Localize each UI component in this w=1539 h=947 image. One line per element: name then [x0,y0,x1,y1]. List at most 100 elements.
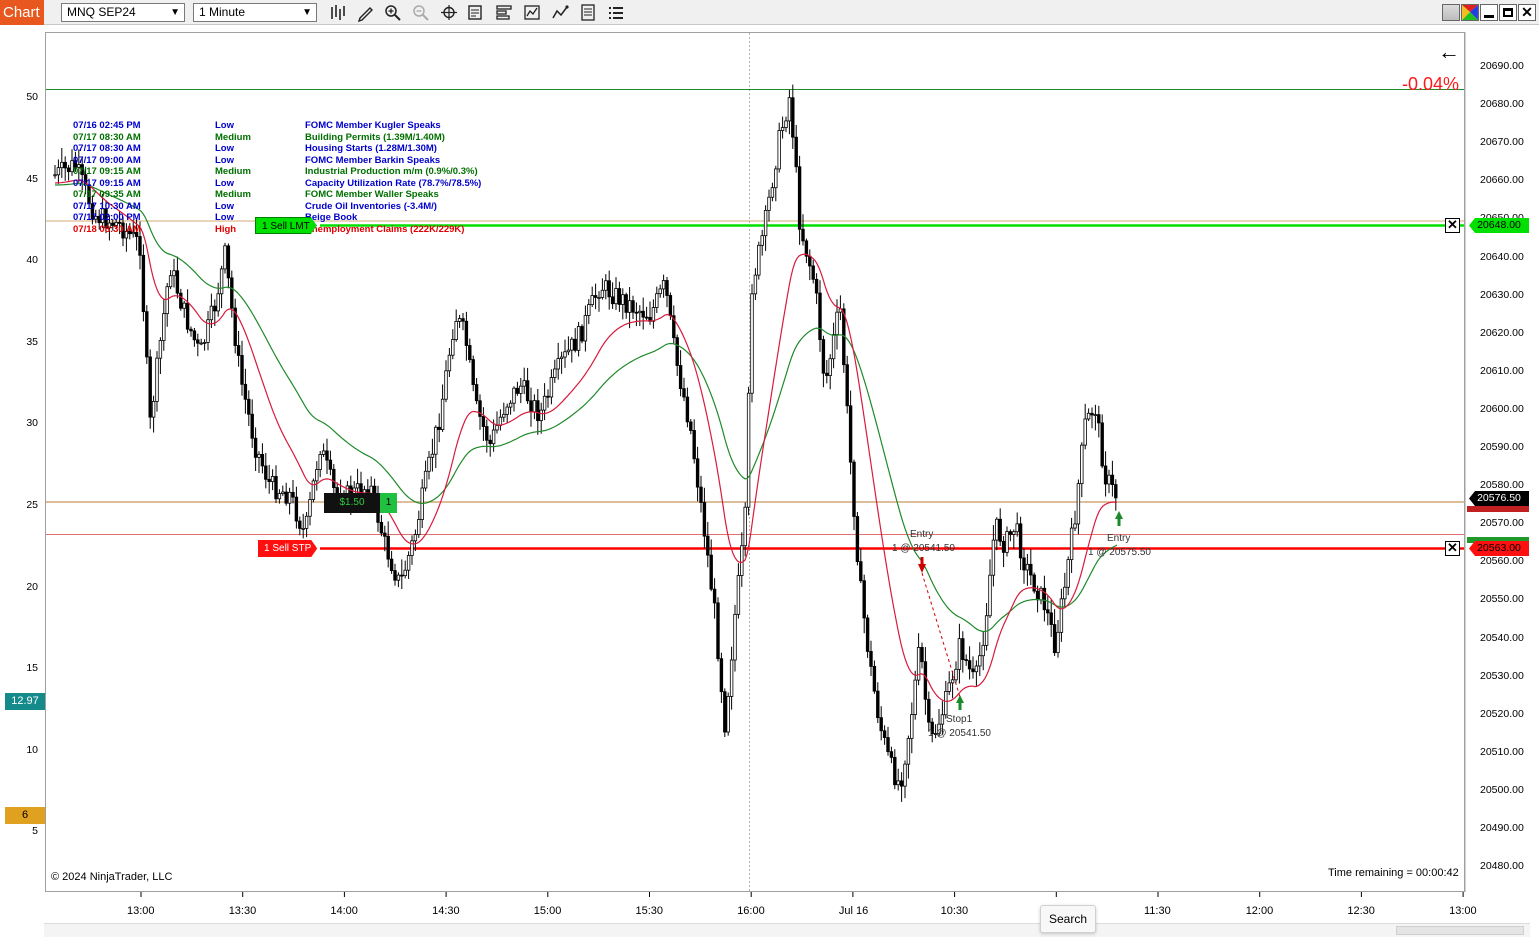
toolbar: Chart MNQ SEP24 ▼ 1 Minute ▼ ✕ [0,0,1539,25]
candle-body [978,655,982,667]
sell-entry-marker-stem [920,557,924,565]
candle-body [580,326,584,342]
crosshair-icon[interactable] [439,3,459,22]
left-axis-label: 30 [26,417,38,430]
buy-entry-marker [1115,511,1123,519]
candle-body [699,486,703,503]
event-impact: Low [215,143,234,154]
position-qty-badge[interactable]: 1 [380,493,397,513]
candle-body [961,638,965,660]
candle-body [434,426,438,455]
candle-body [743,506,747,547]
minimize-icon[interactable] [1480,4,1498,21]
price-axis-label: 20630.00 [1480,288,1524,301]
candle-body [692,430,696,460]
horizontal-scrollbar[interactable] [44,923,1530,937]
candle-body [202,341,207,344]
candle-body [1100,422,1104,467]
candle-body [1086,412,1091,420]
bars-type-icon[interactable] [328,3,348,22]
cancel-sell-limit-icon[interactable]: ✕ [1445,218,1460,233]
strategies-icon[interactable] [522,3,542,22]
candle-body [787,97,792,122]
candle-body [179,292,183,309]
candle-body [845,364,849,407]
candle-body [53,174,57,177]
templates-icon[interactable] [494,3,514,22]
candle-body [1035,590,1040,601]
price-axis-label: 20480.00 [1480,860,1524,873]
candle-body [835,311,839,335]
chart-tab[interactable]: Chart [0,0,44,25]
pencil-icon[interactable] [356,3,376,22]
time-axis-label: 16:00 [737,905,765,917]
candle-body [250,413,254,439]
event-name: Capacity Utilization Rate (78.7%/78.5%) [305,177,482,189]
indicators-icon[interactable] [550,3,570,22]
list-icon[interactable] [606,3,626,22]
candle-body [148,356,152,418]
candle-body [784,120,788,128]
candle-body [587,304,591,316]
search-tooltip[interactable]: Search [1040,905,1096,933]
candle-body [253,437,258,458]
candle-body [566,349,571,353]
scrollbar-thumb[interactable] [1396,926,1524,935]
change-percent: -0.04% [1402,74,1460,94]
candle-body [740,545,744,576]
instrument-selector[interactable]: MNQ SEP24 ▼ [61,3,185,22]
candle-body [1110,474,1115,485]
candle-body [1052,624,1057,654]
interval-selector[interactable]: 1 Minute ▼ [193,3,317,22]
close-icon[interactable]: ✕ [1518,4,1536,21]
event-impact: Medium [215,166,251,177]
candle-body [321,450,326,455]
maximize-icon[interactable] [1499,4,1517,21]
chart-window: Chart MNQ SEP24 ▼ 1 Minute ▼ ✕ ← -0.04% … [0,0,1539,947]
candle-body [1083,418,1087,446]
zoom-out-icon[interactable] [411,3,431,22]
candle-body [1107,474,1111,485]
price-axis-label: 20560.00 [1480,555,1524,568]
time-axis-label: 14:30 [432,905,460,917]
color-picker-icon[interactable] [1442,4,1460,21]
sell-limit-order-badge[interactable]: 1 Sell LMT [255,217,317,234]
candle-body [712,588,717,604]
position-pnl-badge[interactable]: $1.50 [324,493,380,513]
left-axis-label: 25 [26,499,38,511]
candle-body [383,532,387,537]
candle-body [274,476,278,500]
candle-body [862,580,866,619]
candle-body [216,293,220,312]
candle-body [1090,412,1094,416]
sell-stop-order-badge[interactable]: 1 Sell STP [258,540,317,557]
candle-body [678,365,683,390]
candle-body [536,400,540,422]
candle-body [461,318,465,322]
candle-body [332,468,336,488]
candle-body [702,502,707,537]
event-time: 07/18 08:30 AM [73,223,141,235]
candle-body [199,342,203,345]
candle-body [774,168,778,189]
candle-body [651,307,656,322]
event-impact: High [215,223,237,235]
event-time: 07/16 02:45 PM [73,120,141,131]
trade-label-stop: Stop1 [946,714,973,725]
event-impact: Low [215,200,234,212]
chart-panel[interactable]: ← -0.04% 07/16 02:45 PM Low FOMC Member Ku… [0,25,1539,947]
properties-icon[interactable] [466,3,486,22]
data-box-icon[interactable] [578,3,598,22]
candle-body [165,286,169,315]
candle-body [260,453,265,467]
candle-body [287,491,292,504]
candle-body [162,313,166,341]
candle-body [644,316,649,319]
zoom-in-icon[interactable] [383,3,403,22]
cancel-sell-stop-icon[interactable]: ✕ [1445,541,1460,556]
color-picker-icon[interactable] [1461,4,1479,21]
candle-body [869,651,873,667]
event-impact: Low [215,120,234,131]
candle-body [515,387,520,394]
back-arrow-icon[interactable]: ← [1438,39,1460,65]
